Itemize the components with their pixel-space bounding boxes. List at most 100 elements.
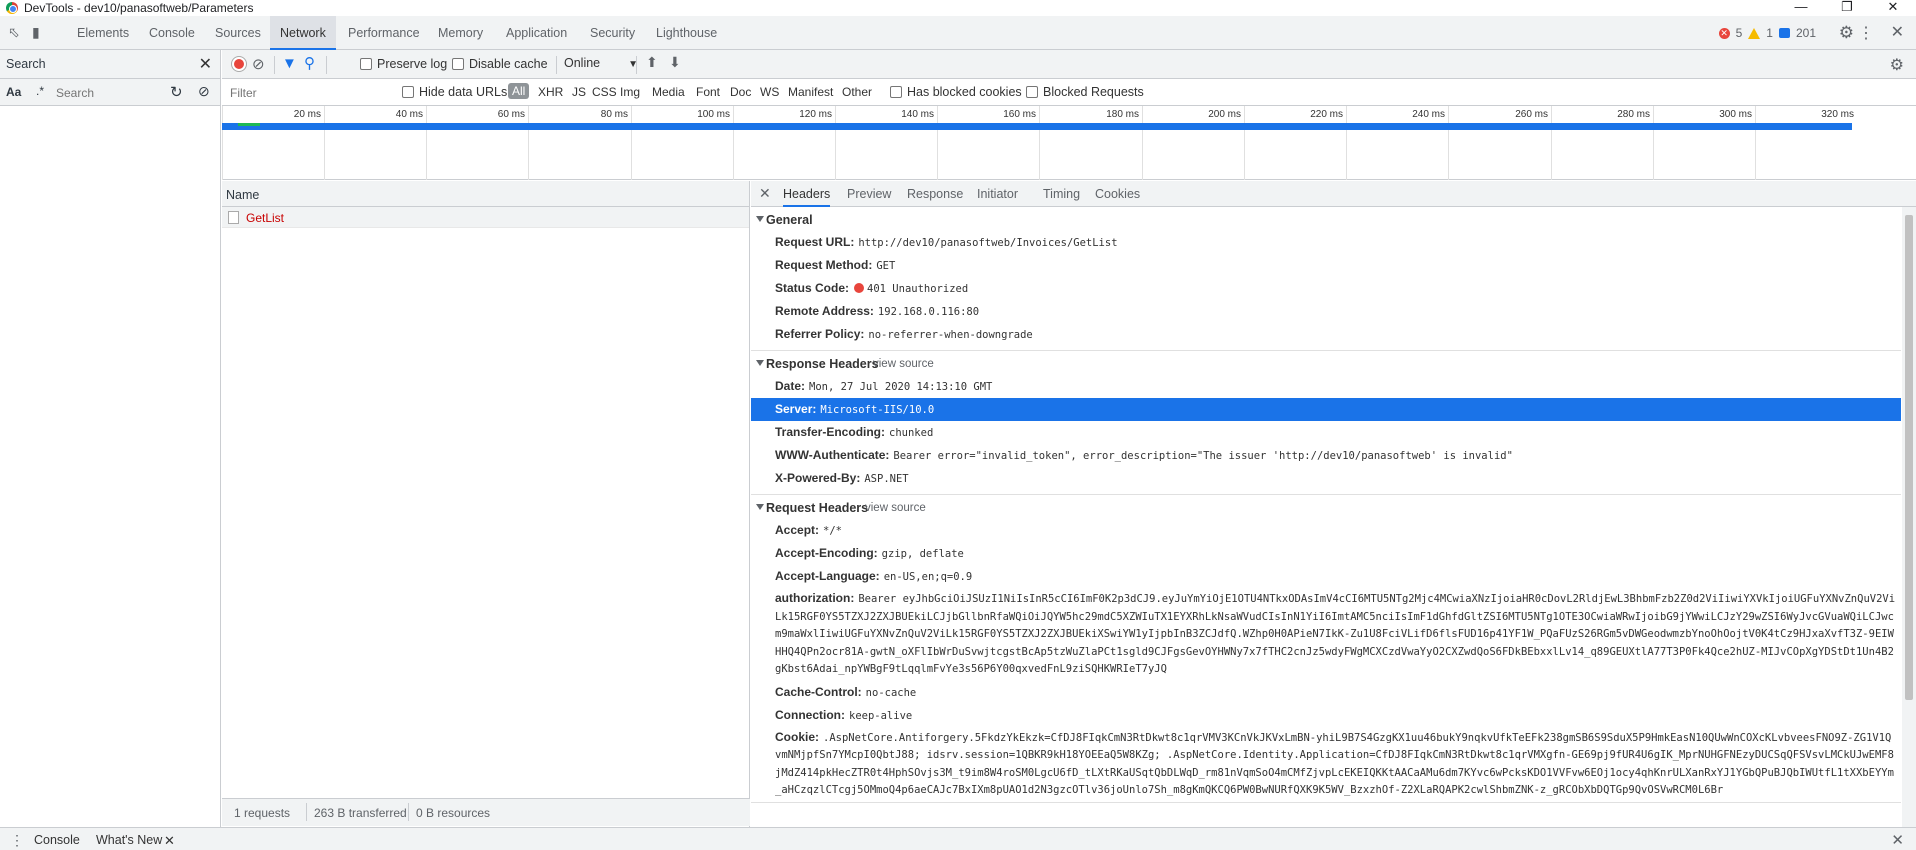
header-row: Request Method: GET xyxy=(775,258,896,272)
tick-label: 100 ms xyxy=(697,109,730,120)
header-row: Request URL: http://dev10/panasoftweb/Inv… xyxy=(775,235,1118,249)
general-section: General Request URL: http://dev10/panasof… xyxy=(751,207,1901,351)
filter-type-img[interactable]: Img xyxy=(620,85,640,99)
general-section-header[interactable]: General xyxy=(751,209,1901,231)
filter-icon[interactable]: ▼ xyxy=(282,55,297,72)
tab-sources[interactable]: Sources xyxy=(205,16,271,50)
tab-headers[interactable]: Headers xyxy=(783,181,831,207)
filter-type-other[interactable]: Other xyxy=(842,85,872,99)
header-row: Referrer Policy: no-referrer-when-downgra… xyxy=(775,327,1033,341)
filter-type-manifest[interactable]: Manifest xyxy=(788,85,833,99)
close-window-icon[interactable]: ✕ xyxy=(1870,0,1916,16)
close-devtools-icon[interactable]: ✕ xyxy=(1891,22,1904,42)
filter-type-all[interactable]: All xyxy=(508,83,530,99)
transferred-size: 263 B transferred xyxy=(314,806,407,820)
filter-type-media[interactable]: Media xyxy=(652,85,685,99)
close-tab-icon[interactable]: ✕ xyxy=(164,833,175,849)
drawer-menu-icon[interactable]: ⋮ xyxy=(10,832,24,849)
tab-timing[interactable]: Timing xyxy=(1043,181,1080,207)
tab-lighthouse[interactable]: Lighthouse xyxy=(646,16,727,50)
header-row: Accept-Language: en-US,en;q=0.9 xyxy=(775,569,973,583)
view-source-link[interactable]: view source xyxy=(865,502,926,514)
close-drawer-icon[interactable]: ✕ xyxy=(1891,831,1904,849)
tab-cookies[interactable]: Cookies xyxy=(1095,181,1140,207)
detail-scrollbar[interactable] xyxy=(1902,207,1916,827)
drawer-tab-whats-new[interactable]: What's New xyxy=(96,833,162,847)
settings-gear-icon[interactable]: ⚙ xyxy=(1839,23,1854,43)
status-error-icon xyxy=(854,283,865,293)
collapse-triangle-icon xyxy=(756,504,764,510)
header-row-selected[interactable]: Server: Microsoft-IIS/10.0 xyxy=(751,398,1901,421)
collapse-triangle-icon xyxy=(756,360,764,366)
tick-label: 20 ms xyxy=(293,109,321,120)
name-column-header[interactable]: Name xyxy=(226,188,259,202)
tick-label: 180 ms xyxy=(1106,109,1139,120)
upload-icon[interactable]: ⬆ xyxy=(646,54,658,71)
tab-network[interactable]: Network xyxy=(270,16,336,50)
header-row: Cache-Control: no-cache xyxy=(775,684,917,699)
search-input[interactable] xyxy=(52,83,162,102)
more-options-icon[interactable]: ⋮ xyxy=(1858,23,1874,43)
warning-count: 1 xyxy=(1766,26,1773,40)
tab-preview[interactable]: Preview xyxy=(847,181,891,207)
scrollbar-thumb[interactable] xyxy=(1905,215,1913,700)
header-row: Status Code: 401 Unauthorized xyxy=(775,281,969,295)
restore-icon[interactable]: ❐ xyxy=(1824,0,1870,16)
tick-label: 120 ms xyxy=(799,109,832,120)
drawer-tab-console[interactable]: Console xyxy=(34,833,80,847)
header-row: Date: Mon, 27 Jul 2020 14:13:10 GMT xyxy=(775,379,993,393)
hide-data-urls-checkbox[interactable]: Hide data URLs xyxy=(402,85,507,99)
filter-type-doc[interactable]: Doc xyxy=(730,85,751,99)
filter-type-js[interactable]: JS xyxy=(572,85,586,99)
inspect-element-icon[interactable]: ⬁ xyxy=(8,24,20,41)
refresh-icon[interactable]: ↻ xyxy=(170,83,183,101)
header-row: WWW-Authenticate: Bearer error="invalid_t… xyxy=(775,448,1513,462)
minimize-icon[interactable]: — xyxy=(1778,0,1824,16)
clear-search-icon[interactable]: ⊘ xyxy=(198,83,210,100)
throttling-select[interactable]: Online ▼ xyxy=(564,56,638,70)
filter-type-ws[interactable]: WS xyxy=(760,85,779,99)
tab-console[interactable]: Console xyxy=(139,16,205,50)
issue-counters[interactable]: ✕ 5 1 201 xyxy=(1718,26,1816,40)
response-headers-header[interactable]: Response Headers view source xyxy=(751,353,1901,375)
network-toolbar: ⊘ ▼ ⚲ Preserve log Disable cache Online ▼… xyxy=(222,50,1916,79)
regex-toggle[interactable]: .* xyxy=(36,84,44,98)
download-icon[interactable]: ⬇ xyxy=(669,54,681,71)
tab-response[interactable]: Response xyxy=(907,181,963,207)
tick-label: 40 ms xyxy=(395,109,423,120)
close-search-icon[interactable]: ✕ xyxy=(199,54,212,74)
tab-memory[interactable]: Memory xyxy=(428,16,493,50)
filter-type-css[interactable]: CSS xyxy=(592,85,617,99)
window-titlebar: DevTools - dev10/panasoftweb/Parameters … xyxy=(0,0,1916,16)
warning-icon xyxy=(1748,27,1761,39)
filter-type-xhr[interactable]: XHR xyxy=(538,85,563,99)
tick-label: 240 ms xyxy=(1412,109,1445,120)
tab-application[interactable]: Application xyxy=(496,16,577,50)
network-status-bar: 1 requests 263 B transferred 0 B resourc… xyxy=(222,798,750,826)
clear-log-icon[interactable]: ⊘ xyxy=(252,55,265,73)
blocked-requests-checkbox[interactable]: Blocked Requests xyxy=(1026,85,1144,99)
tick-label: 80 ms xyxy=(600,109,628,120)
network-overview-timeline[interactable]: 20 ms 40 ms 60 ms 80 ms 100 ms 120 ms 14… xyxy=(222,106,1916,180)
search-icon[interactable]: ⚲ xyxy=(304,54,315,72)
devtools-tabbar: ⬁ ▮ Elements Console Sources Network Per… xyxy=(0,16,1916,50)
filter-type-font[interactable]: Font xyxy=(696,85,720,99)
match-case-toggle[interactable]: Aa xyxy=(6,85,21,99)
preserve-log-checkbox[interactable]: Preserve log xyxy=(360,57,447,71)
tab-elements[interactable]: Elements xyxy=(67,16,139,50)
filter-input[interactable] xyxy=(226,83,400,102)
network-settings-gear-icon[interactable]: ⚙ xyxy=(1890,55,1904,75)
blocked-cookies-checkbox[interactable]: Has blocked cookies xyxy=(890,85,1022,99)
request-row[interactable]: GetList xyxy=(222,207,749,228)
device-toolbar-icon[interactable]: ▮ xyxy=(32,24,40,41)
filter-bar: Hide data URLs All XHR JS CSS Img Media … xyxy=(222,79,1916,106)
tab-performance[interactable]: Performance xyxy=(338,16,430,50)
record-icon[interactable] xyxy=(232,57,246,71)
close-detail-icon[interactable]: ✕ xyxy=(759,185,771,202)
request-headers-header[interactable]: Request Headers view source xyxy=(751,497,1901,519)
view-source-link[interactable]: view source xyxy=(873,358,934,370)
tab-security[interactable]: Security xyxy=(580,16,645,50)
request-list: Name GetList xyxy=(222,181,750,827)
tab-initiator[interactable]: Initiator xyxy=(977,181,1018,207)
disable-cache-checkbox[interactable]: Disable cache xyxy=(452,57,548,71)
